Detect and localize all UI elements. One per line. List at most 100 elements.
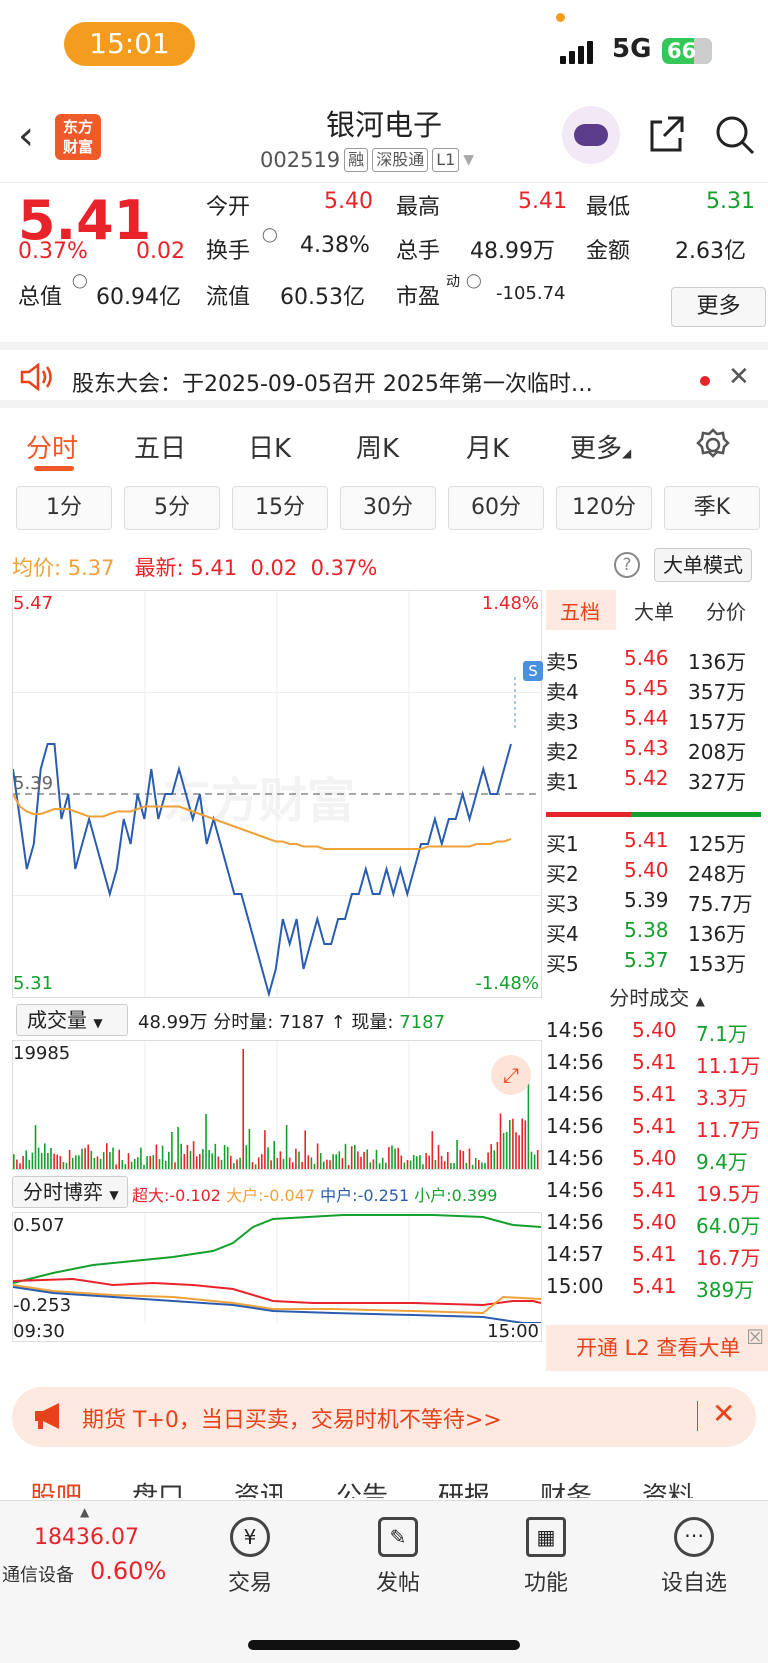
volume-bar — [208, 1150, 210, 1169]
tab-announcements[interactable]: 公告 — [336, 1476, 388, 1498]
tab-five-day[interactable]: 五日 — [134, 428, 186, 465]
volume-bar — [440, 1155, 443, 1169]
search-icon[interactable] — [714, 114, 756, 156]
volume-bar — [19, 1163, 21, 1169]
ask-label: 卖4 — [546, 680, 579, 704]
info-icon[interactable]: ◯ — [466, 273, 482, 289]
y-bottom-label: 5.31 — [13, 973, 54, 994]
tab-monthly-k[interactable]: 月K — [466, 428, 509, 465]
intraday-chart[interactable]: 东方财富 5.47 5.31 5.39 1.48% -1.48% S — [12, 590, 543, 998]
volume-bar — [87, 1144, 89, 1169]
subtab-1min[interactable]: 1分 — [16, 486, 112, 530]
tab-intraday[interactable]: 分时 — [26, 428, 78, 465]
tab-five-levels[interactable]: 五档 — [560, 596, 600, 625]
turnover-label: 换手 — [206, 239, 251, 264]
info-icon[interactable]: ◯ — [72, 273, 88, 289]
game-selector[interactable]: 分时博弈 ▼ — [12, 1176, 128, 1208]
volume-bar — [180, 1143, 182, 1169]
bid-volume: 75.7万 — [688, 892, 753, 916]
ticks-header[interactable]: 分时成交 ▲ — [546, 982, 768, 1011]
subtab-quarter-k[interactable]: 季K — [664, 486, 760, 530]
index-value[interactable]: 18436.07 — [34, 1525, 139, 1550]
close-icon[interactable]: ✕ — [712, 1397, 735, 1430]
ask-row: 卖2 5.43 208万 — [546, 736, 768, 768]
volume-bar — [425, 1152, 427, 1169]
volume-bar — [121, 1159, 124, 1169]
volume-bar — [53, 1153, 55, 1169]
status-time: 15:01 — [64, 22, 195, 66]
float-label: 流值 — [206, 285, 251, 310]
volume-bar — [233, 1163, 235, 1169]
expand-icon[interactable]: ⤢ — [491, 1055, 531, 1095]
index-name[interactable]: 通信设备 — [2, 1561, 74, 1587]
tick-volume: 64.0万 — [696, 1214, 761, 1238]
volume-label: 总手 — [396, 239, 441, 264]
volume-bar — [273, 1141, 275, 1169]
ask-row: 卖3 5.44 157万 — [546, 706, 768, 738]
volume-bar — [133, 1158, 136, 1169]
sell-marker[interactable]: S — [523, 661, 543, 681]
tab-forum[interactable]: 股吧 — [30, 1476, 82, 1498]
more-button[interactable]: 更多 — [671, 287, 766, 327]
volume-bar — [96, 1156, 99, 1169]
volume-bar — [90, 1150, 93, 1169]
tab-orderbook[interactable]: 盘口 — [132, 1476, 184, 1498]
tab-research[interactable]: 研报 — [438, 1476, 490, 1498]
l2-upgrade-bar[interactable]: 开通 L2 查看大单 ☒ — [546, 1325, 768, 1371]
tick-time: 14:56 — [546, 1018, 604, 1042]
index-pct[interactable]: 0.60% — [90, 1557, 166, 1585]
close-icon[interactable]: ☒ — [746, 1327, 764, 1347]
volume-chart[interactable]: 19985 ⤢ — [12, 1040, 542, 1170]
notice-bar[interactable]: 股东大会：于2025-09-05召开 2025年第一次临时… ✕ — [0, 342, 768, 408]
add-watchlist-button[interactable]: ⋯ 设自选 — [644, 1511, 744, 1597]
assistant-avatar[interactable] — [562, 106, 620, 164]
tab-profile[interactable]: 资料 — [642, 1476, 694, 1498]
subtab-30min[interactable]: 30分 — [340, 486, 436, 530]
tag-margin: 融 — [344, 148, 369, 172]
volume-selector[interactable]: 成交量 ▼ — [16, 1004, 128, 1036]
tab-more[interactable]: 更多◢ — [570, 428, 631, 465]
volume-bar — [298, 1151, 300, 1169]
stock-subtitle[interactable]: 002519 融 深股通 L1 ▼ — [260, 148, 474, 172]
volume-bar — [223, 1145, 226, 1169]
privacy-dot — [556, 13, 565, 22]
functions-button[interactable]: ▦ 功能 — [496, 1511, 596, 1597]
subtab-60min[interactable]: 60分 — [448, 486, 544, 530]
tick-time: 14:56 — [546, 1210, 604, 1234]
avg-price-line: 均价: 5.37 最新: 5.41 0.02 0.37% — [12, 556, 378, 580]
volume-bar — [31, 1152, 34, 1169]
settings-icon[interactable] — [696, 428, 730, 462]
subtab-5min[interactable]: 5分 — [124, 486, 220, 530]
header: ‹ 东方 财富 银河电子 002519 融 深股通 L1 ▼ — [0, 92, 768, 182]
volume-bar — [363, 1151, 365, 1169]
pe-value: -105.74 — [496, 283, 566, 304]
subtab-15min[interactable]: 15分 — [232, 486, 328, 530]
help-icon[interactable]: ? — [614, 552, 640, 578]
volume-bar — [279, 1151, 282, 1169]
volume-bar — [186, 1144, 189, 1169]
subtab-120min[interactable]: 120分 — [556, 486, 652, 530]
tab-weekly-k[interactable]: 周K — [356, 428, 399, 465]
game-chart[interactable]: 0.507 -0.253 09:30 15:00 — [12, 1212, 542, 1342]
promo-banner[interactable]: 期货 T+0，当日买卖，交易时机不等待>> ✕ — [12, 1387, 756, 1447]
post-button[interactable]: ✎ 发帖 — [348, 1511, 448, 1597]
info-icon[interactable]: ◯ — [262, 227, 278, 243]
share-icon[interactable] — [646, 114, 686, 154]
period-tabs: 分时 五日 日K 周K 月K 更多◢ — [0, 416, 768, 476]
tab-daily-k[interactable]: 日K — [248, 428, 291, 465]
trade-button[interactable]: ¥ 交易 — [200, 1511, 300, 1597]
tab-financials[interactable]: 财务 — [540, 1476, 592, 1498]
tab-big-orders[interactable]: 大单 — [634, 596, 674, 625]
stock-code: 002519 — [260, 148, 341, 172]
dropdown-icon[interactable]: ▼ — [463, 152, 474, 168]
close-icon[interactable]: ✕ — [728, 362, 750, 392]
volume-bar — [174, 1162, 176, 1169]
volume-bar — [515, 1132, 517, 1169]
tick-volume: 11.1万 — [696, 1054, 761, 1078]
tab-news[interactable]: 资讯 — [234, 1476, 286, 1498]
edit-icon: ✎ — [378, 1517, 418, 1557]
big-order-mode-button[interactable]: 大单模式 — [654, 548, 752, 582]
tab-price-dist[interactable]: 分价 — [706, 596, 746, 625]
volume-bar — [375, 1149, 378, 1169]
volume-bar — [214, 1143, 217, 1169]
